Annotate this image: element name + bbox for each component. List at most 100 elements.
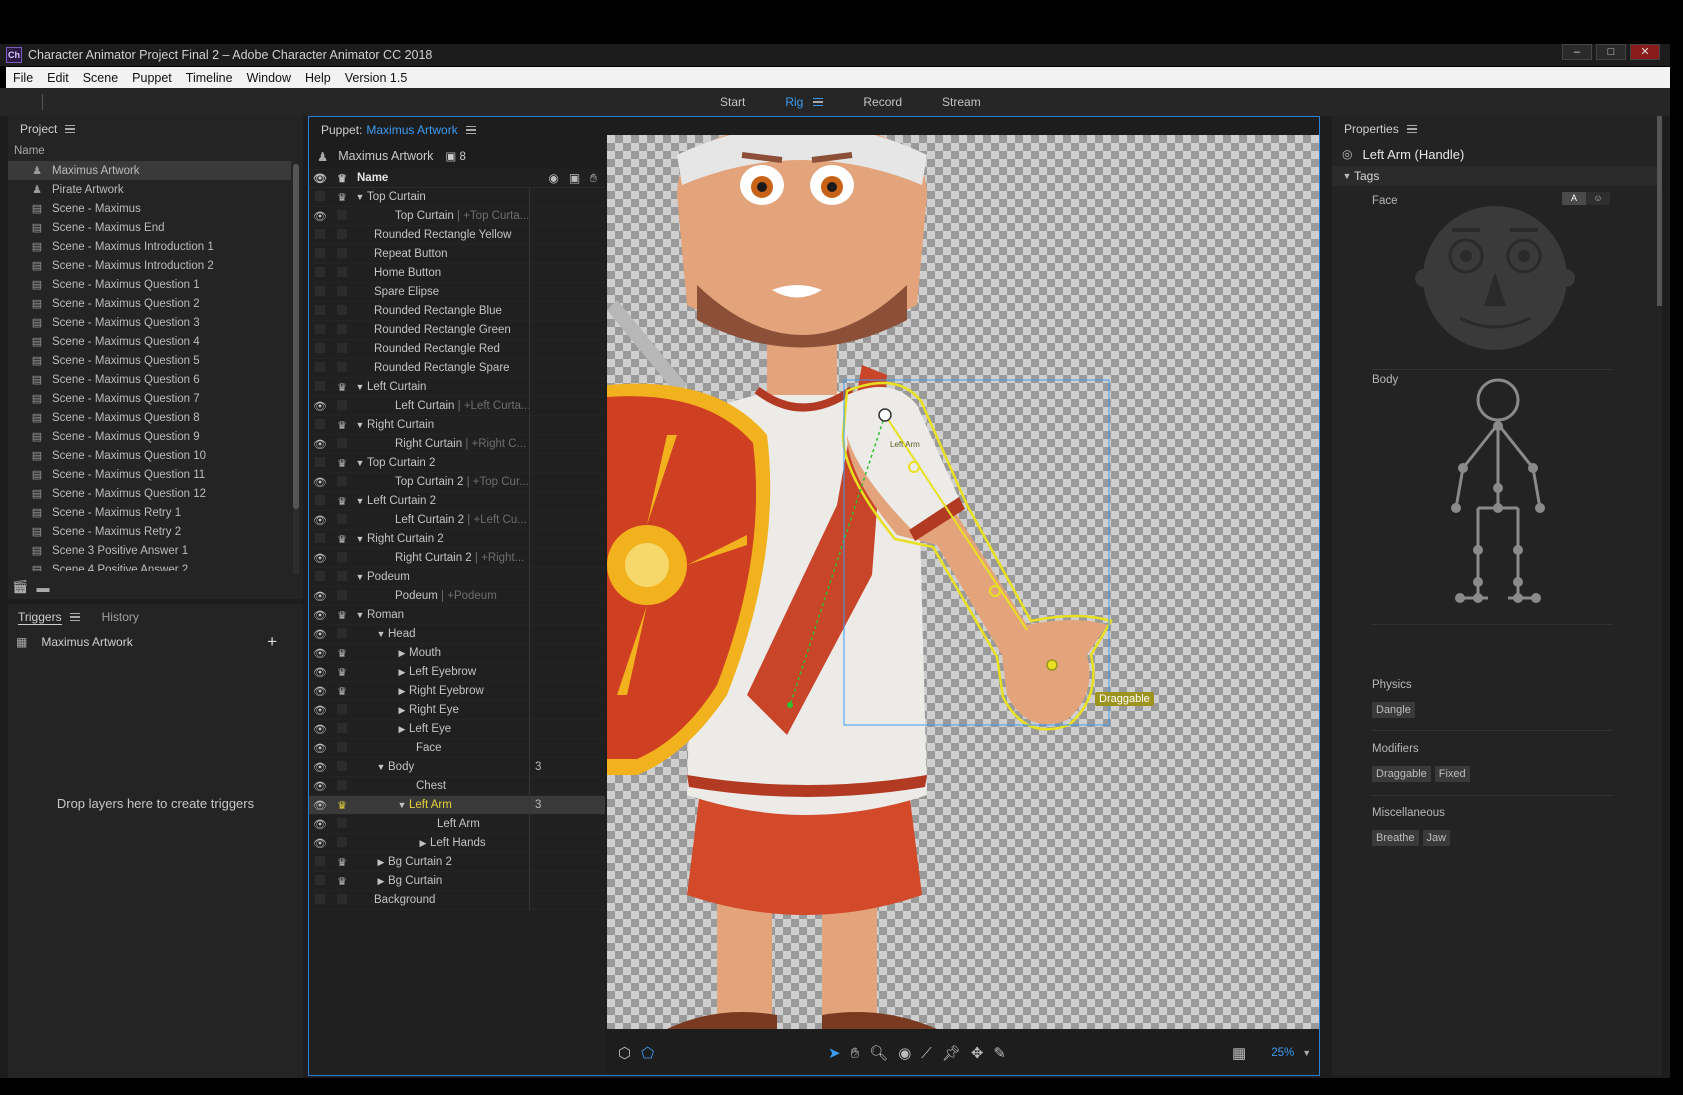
tag-draggable[interactable]: Draggable <box>1372 766 1431 782</box>
layer-row[interactable]: ♛ ▼ Top Curtain 2 <box>309 454 605 473</box>
chevron-down-icon[interactable]: ▼ <box>353 534 367 544</box>
auto-rig-icon[interactable]: ⬡ <box>618 1044 631 1062</box>
project-item[interactable]: ▤ Scene - Maximus Question 6 <box>8 370 291 389</box>
new-scene-icon[interactable]: 🎬︎ <box>12 579 29 595</box>
eye-icon[interactable]: 👁︎ <box>309 780 331 793</box>
chevron-down-icon[interactable]: ▼ <box>353 420 367 430</box>
tag-jaw[interactable]: Jaw <box>1422 830 1451 846</box>
zoom-level[interactable]: 25% <box>1271 1047 1294 1059</box>
chevron-down-icon[interactable]: ▼ <box>374 762 388 772</box>
layer-row[interactable]: 👁︎ ▼ Body 3 <box>309 758 605 777</box>
chevron-down-icon[interactable]: ▼ <box>374 629 388 639</box>
workspace-menu-icon[interactable] <box>813 98 824 106</box>
zoom-icon[interactable]: 🔍︎ <box>869 1044 888 1062</box>
menu-window[interactable]: Window <box>240 71 298 85</box>
layer-row[interactable]: 👁︎ Left Curtain | +Left Curta... <box>309 397 605 416</box>
visibility-toggle[interactable] <box>309 570 331 584</box>
origin-column-icon[interactable]: ◉ <box>548 171 558 186</box>
layer-row[interactable]: 👁︎ ♛ ▶ Mouth <box>309 644 605 663</box>
eye-icon[interactable]: 👁︎ <box>309 837 331 850</box>
eye-icon[interactable]: 👁︎ <box>309 761 331 774</box>
independent-toggle[interactable] <box>331 437 353 451</box>
eye-icon[interactable]: 👁︎ <box>309 666 331 679</box>
menu-edit[interactable]: Edit <box>40 71 76 85</box>
project-item[interactable]: ▤ Scene - Maximus End <box>8 218 291 237</box>
tag-breathe[interactable]: Breathe <box>1372 830 1419 846</box>
select-icon[interactable]: ➤ <box>828 1044 841 1062</box>
pin-icon[interactable]: 📌︎ <box>942 1044 961 1062</box>
panel-menu-icon[interactable] <box>1406 125 1417 133</box>
chevron-right-icon[interactable]: ▶ <box>395 667 409 678</box>
layer-row[interactable]: ♛ ▶ Bg Curtain <box>309 872 605 891</box>
stick-icon[interactable]: ⟋ <box>921 1045 932 1062</box>
panel-menu-icon[interactable] <box>69 613 80 621</box>
visibility-toggle[interactable] <box>309 304 331 318</box>
independent-crown-icon[interactable]: ♛ <box>331 685 353 698</box>
layer-row[interactable]: ♛ ▼ Left Curtain 2 <box>309 492 605 511</box>
menu-file[interactable]: File <box>6 71 40 85</box>
independent-crown-icon[interactable]: ♛ <box>331 533 353 546</box>
menu-help[interactable]: Help <box>298 71 338 85</box>
independent-toggle[interactable] <box>331 893 353 907</box>
menu-timeline[interactable]: Timeline <box>179 71 240 85</box>
visibility-toggle[interactable] <box>309 380 331 394</box>
layer-row[interactable]: 👁︎ ♛ ▶ Right Eyebrow <box>309 682 605 701</box>
chevron-right-icon[interactable]: ▶ <box>395 705 409 716</box>
independent-toggle[interactable] <box>331 266 353 280</box>
independent-toggle[interactable] <box>331 551 353 565</box>
panel-menu-icon[interactable] <box>465 126 476 134</box>
layer-row[interactable]: ♛ ▼ Left Curtain <box>309 378 605 397</box>
properties-scrollbar[interactable] <box>1657 116 1662 306</box>
layer-row[interactable]: 👁︎ ♛ ▼ Roman <box>309 606 605 625</box>
layer-row[interactable]: Rounded Rectangle Blue <box>309 302 605 321</box>
independent-crown-icon[interactable]: ♛ <box>331 799 353 812</box>
add-trigger-icon[interactable]: + <box>267 630 277 654</box>
independent-crown-icon[interactable]: ♛ <box>331 381 353 394</box>
independent-crown-icon[interactable]: ♛ <box>331 495 353 508</box>
folder-icon[interactable]: ▬ <box>37 580 50 595</box>
project-item[interactable]: ♟ Maximus Artwork <box>8 161 291 180</box>
independent-toggle[interactable] <box>331 323 353 337</box>
project-item[interactable]: ▤ Scene 3 Positive Answer 1 <box>8 541 291 560</box>
behaviors-column-icon[interactable]: ▣ <box>569 171 580 186</box>
independent-toggle[interactable] <box>331 836 353 850</box>
layer-row[interactable]: 👁︎ Right Curtain 2 | +Right... <box>309 549 605 568</box>
independent-toggle[interactable] <box>331 285 353 299</box>
chevron-down-icon[interactable]: ▼ <box>353 382 367 392</box>
project-item[interactable]: ▤ Scene - Maximus Question 10 <box>8 446 291 465</box>
panel-menu-icon[interactable] <box>65 125 76 133</box>
project-item[interactable]: ▤ Scene - Maximus Question 3 <box>8 313 291 332</box>
chevron-right-icon[interactable]: ▶ <box>374 876 388 887</box>
independent-toggle[interactable] <box>331 361 353 375</box>
visibility-toggle[interactable] <box>309 874 331 888</box>
layer-row[interactable]: 👁︎ Right Curtain | +Right C... <box>309 435 605 454</box>
tab-triggers[interactable]: Triggers <box>18 610 62 625</box>
layer-row[interactable]: 👁︎ ♛ ▼ Left Arm 3 <box>309 796 605 815</box>
chevron-down-icon[interactable]: ▼ <box>395 800 409 810</box>
visibility-toggle[interactable] <box>309 855 331 869</box>
project-item[interactable]: ♟ Pirate Artwork <box>8 180 291 199</box>
layer-row[interactable]: 👁︎ ♛ ▶ Left Eyebrow <box>309 663 605 682</box>
independent-toggle[interactable] <box>331 570 353 584</box>
menu-scene[interactable]: Scene <box>76 71 125 85</box>
independent-toggle[interactable] <box>331 209 353 223</box>
eye-icon[interactable]: 👁︎ <box>309 590 331 603</box>
eye-icon[interactable]: 👁︎ <box>309 552 331 565</box>
layer-row[interactable]: ♛ ▼ Right Curtain <box>309 416 605 435</box>
independent-toggle[interactable] <box>331 475 353 489</box>
chevron-down-icon[interactable]: ▼ <box>353 458 367 468</box>
layer-row[interactable]: 👁︎ Chest <box>309 777 605 796</box>
layer-column-name[interactable]: Name <box>357 172 388 184</box>
independent-toggle[interactable] <box>331 342 353 356</box>
project-item[interactable]: ▤ Scene - Maximus Question 7 <box>8 389 291 408</box>
body-tag-diagram[interactable] <box>1448 378 1548 608</box>
layer-row[interactable]: Rounded Rectangle Yellow <box>309 226 605 245</box>
independent-crown-icon[interactable]: ♛ <box>331 609 353 622</box>
project-item[interactable]: ▤ Scene - Maximus Retry 2 <box>8 522 291 541</box>
project-item[interactable]: ▤ Scene - Maximus Introduction 1 <box>8 237 291 256</box>
layer-row[interactable]: 👁︎ Top Curtain | +Top Curta... <box>309 207 605 226</box>
tab-history[interactable]: History <box>102 610 139 624</box>
layer-row[interactable]: 👁︎ ▶ Right Eye <box>309 701 605 720</box>
chevron-right-icon[interactable]: ▶ <box>374 857 388 868</box>
independent-toggle[interactable] <box>331 760 353 774</box>
